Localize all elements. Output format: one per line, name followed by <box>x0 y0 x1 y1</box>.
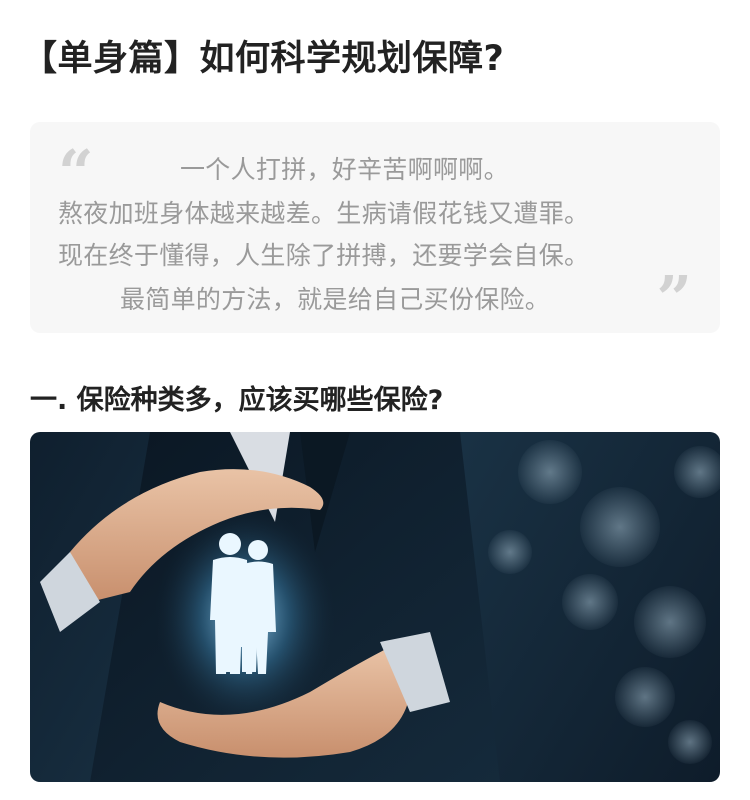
bokeh-lights <box>488 440 720 764</box>
article-title: 【单身篇】如何科学规划保障? <box>22 39 505 79</box>
section-heading: 一. 保险种类多，应该买哪些保险? <box>30 385 444 416</box>
quote-line: 一个人打拼，好辛苦啊啊啊。 <box>180 155 509 184</box>
quote-block: “ 一个人打拼，好辛苦啊啊啊。 熬夜加班身体越来越差。生病请假花钱又遭罪。 现在… <box>30 122 720 333</box>
close-quote-icon: ” <box>656 262 692 335</box>
hero-image <box>30 432 720 782</box>
quote-line: 现在终于懂得，人生除了拼搏，还要学会自保。 <box>58 241 590 270</box>
family-protection-icon <box>40 432 720 782</box>
quote-line: 熬夜加班身体越来越差。生病请假花钱又遭罪。 <box>58 199 590 228</box>
quote-line: 最简单的方法，就是给自己买份保险。 <box>120 285 551 314</box>
